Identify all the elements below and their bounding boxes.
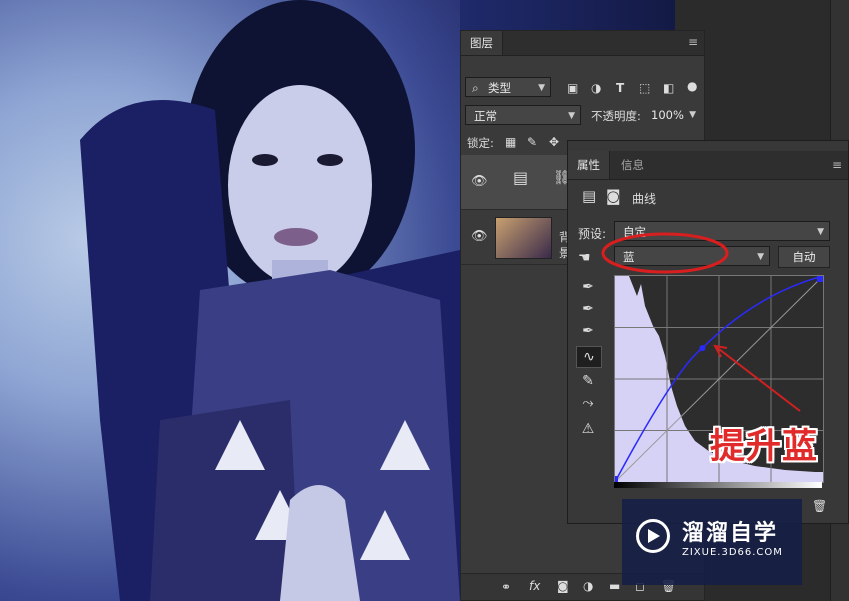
annotation-text: 提升蓝 — [710, 427, 819, 467]
curve-tool-icon[interactable]: ∿ — [576, 346, 602, 368]
layer-thumbnail — [495, 217, 552, 259]
search-icon: ⌕ — [472, 81, 479, 95]
folder-icon[interactable]: ▬ — [609, 579, 620, 593]
shape-filter-icon[interactable]: ⬚ — [639, 81, 650, 95]
smooth-icon[interactable]: ⤳ — [576, 393, 600, 413]
chevron-down-icon: ▼ — [568, 111, 575, 121]
eyedropper-black-icon[interactable]: ✒ — [576, 277, 600, 297]
lock-paint-icon[interactable]: ✎ — [527, 135, 537, 149]
channel-highlight-ellipse — [601, 232, 729, 274]
layer-name: 背景 — [559, 230, 567, 260]
chevron-down-icon: ▼ — [817, 227, 824, 237]
trash-icon[interactable]: 🗑 — [812, 499, 827, 513]
hand-target-icon[interactable]: ☚ — [578, 251, 591, 265]
mask-icon[interactable]: ◙ — [606, 189, 621, 204]
eyedropper-gray-icon[interactable]: ✒ — [576, 299, 600, 319]
panel-menu-icon[interactable]: ≡ — [832, 158, 842, 172]
opacity-value: 100% — [651, 108, 684, 122]
clip-warning-icon[interactable]: ⚠ — [576, 419, 600, 439]
watermark-logo — [636, 519, 670, 553]
chevron-down-icon: ▼ — [757, 252, 764, 262]
layers-tabbar: 图层 ≡ — [461, 31, 704, 56]
adjust-filter-icon[interactable]: ◑ — [591, 81, 601, 95]
eye-icon[interactable]: 👁 — [471, 174, 488, 189]
tab-properties[interactable]: 属性 — [568, 151, 610, 179]
text-filter-icon[interactable]: T — [616, 81, 624, 95]
lock-label: 锁定: — [467, 136, 494, 150]
curve-endpoint-white[interactable] — [817, 276, 823, 282]
mask-icon[interactable]: ◙ — [557, 579, 569, 593]
properties-title: 曲线 — [632, 192, 657, 206]
eyedropper-white-icon[interactable]: ✒ — [576, 321, 600, 341]
play-icon — [648, 529, 660, 543]
watermark: 溜溜自学 ZIXUE.3D66.COM — [622, 499, 802, 585]
fx-icon[interactable]: fx — [529, 579, 540, 593]
panel-menu-icon[interactable]: ≡ — [688, 35, 698, 49]
link-icon[interactable]: ⚭ — [501, 580, 511, 594]
properties-tabbar: 属性 信息 ≡ — [568, 151, 848, 180]
input-gradient-bar — [614, 482, 822, 488]
image-filter-icon[interactable]: ▣ — [567, 81, 578, 95]
chevron-down-icon: ▼ — [689, 110, 696, 120]
blend-mode-dropdown[interactable]: 正常 ▼ — [465, 105, 581, 125]
tab-info[interactable]: 信息 — [612, 151, 653, 179]
adjustment-icon[interactable]: ◑ — [583, 579, 593, 593]
lock-transparent-icon[interactable]: ▦ — [505, 135, 516, 149]
curves-layer-icon: ▤ — [513, 168, 529, 187]
blend-mode-value: 正常 — [474, 109, 497, 123]
canvas-top-strip — [460, 0, 675, 30]
eye-icon[interactable]: 👁 — [471, 229, 488, 244]
watermark-title: 溜溜自学 — [682, 521, 779, 546]
curves-adjust-icon: ▤ — [582, 187, 597, 205]
canvas-photo — [0, 0, 460, 601]
tab-layers[interactable]: 图层 — [461, 31, 503, 55]
pencil-icon[interactable]: ✎ — [576, 371, 600, 391]
auto-button[interactable]: 自动 — [778, 246, 830, 268]
opacity-field[interactable]: 100% ▼ — [647, 105, 701, 125]
filter-type-label: 类型 — [488, 81, 511, 95]
filter-toggle-icon[interactable]: ● — [687, 79, 697, 93]
smart-filter-icon[interactable]: ◧ — [663, 81, 674, 95]
lock-move-icon[interactable]: ✥ — [549, 135, 559, 149]
opacity-label: 不透明度: — [591, 109, 641, 123]
filter-type-dropdown[interactable]: ⌕ 类型 ▼ — [465, 77, 551, 97]
watermark-url: ZIXUE.3D66.COM — [682, 547, 783, 558]
portrait-image — [80, 0, 460, 601]
chevron-down-icon: ▼ — [538, 83, 545, 93]
curve-control-point[interactable] — [699, 345, 706, 352]
